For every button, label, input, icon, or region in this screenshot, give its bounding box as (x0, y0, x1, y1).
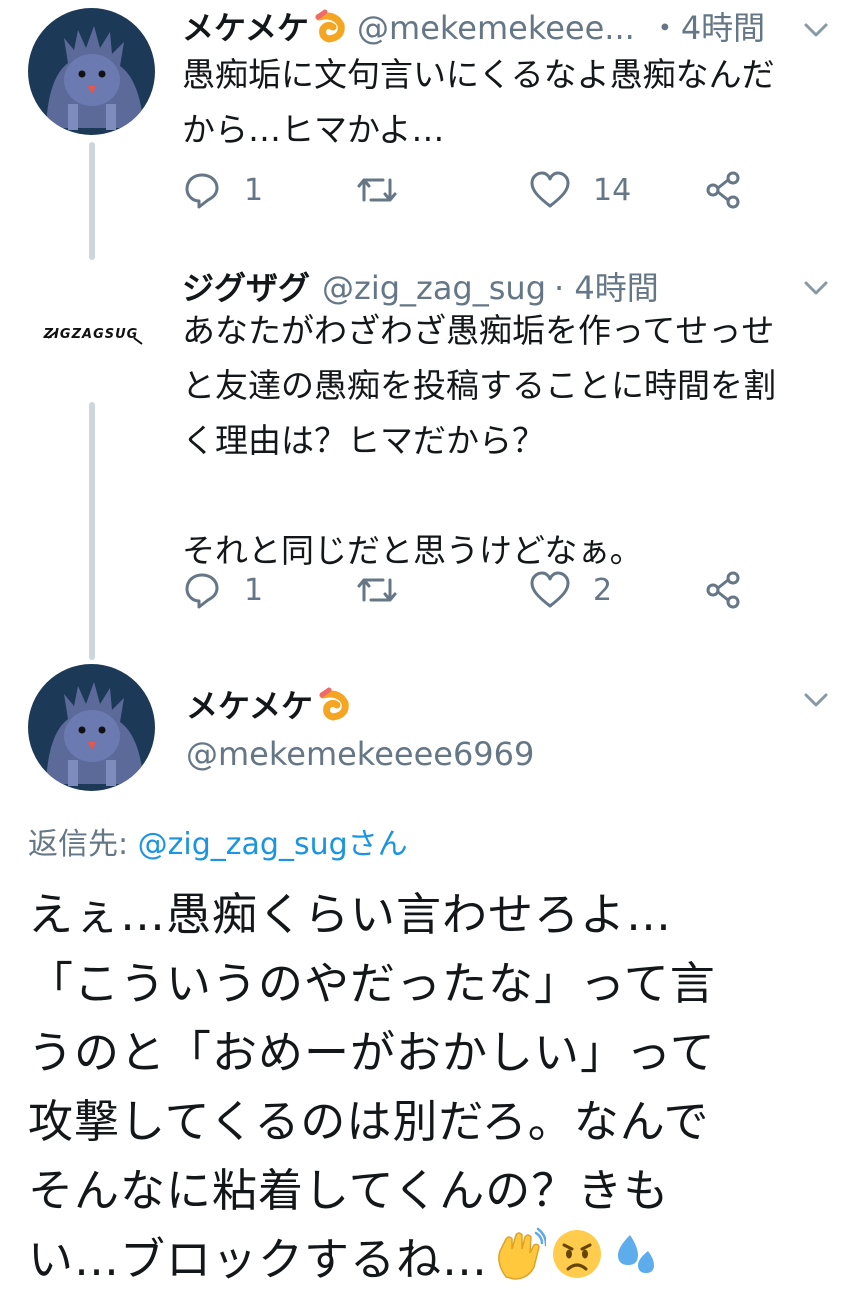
avatar-image: ZIGZAGSUG (43, 327, 143, 345)
thread-line-1 (89, 142, 95, 260)
share-icon (706, 571, 740, 609)
shrimp-tempura-emoji (317, 687, 351, 730)
heart-icon (530, 171, 570, 208)
avatar[interactable]: ZIGZAGSUG (28, 268, 155, 395)
reply-icon (185, 173, 219, 209)
worried-face-emoji (550, 1227, 604, 1300)
reply-button[interactable]: 1 (182, 568, 263, 612)
user-name[interactable]: メケメケ (182, 9, 309, 47)
reply-to-label: 返信先: (28, 827, 129, 862)
shrimp-tempura-emoji (313, 9, 347, 52)
like-button[interactable]: 14 (529, 168, 631, 212)
reply-to-line: 返信先: @zig_zag_sugさん (28, 825, 408, 865)
reply-icon (185, 573, 219, 609)
chevron-down-icon[interactable] (802, 278, 830, 298)
svg-text:ZIGZAGSUG: ZIGZAGSUG (43, 327, 139, 342)
retweet-icon (357, 578, 397, 602)
tweet-time[interactable]: · 4時間 (554, 269, 659, 307)
user-handle[interactable]: @zig_zag_sug (322, 269, 546, 307)
retweet-button[interactable] (355, 168, 399, 212)
waving-hand-emoji (492, 1227, 548, 1300)
thread-line-2 (89, 402, 95, 660)
user-name[interactable]: ジグザグ (182, 269, 310, 307)
chevron-down-icon[interactable] (802, 20, 830, 40)
heart-icon (530, 571, 570, 608)
reply-to-mention[interactable]: @zig_zag_sugさん (138, 827, 408, 862)
user-handle[interactable]: @mekemekeee... (357, 9, 635, 47)
share-button[interactable] (703, 568, 743, 612)
user-name[interactable]: メケメケ (186, 687, 313, 725)
share-icon (706, 171, 740, 209)
tweet-header: ジグザグ @zig_zag_sug · 4時間 (182, 268, 659, 308)
like-count: 2 (593, 572, 613, 608)
chevron-down-icon[interactable] (802, 690, 830, 710)
tweet-time[interactable]: ・4時間 (649, 9, 765, 47)
reply-count: 1 (244, 172, 264, 208)
avatar-image (28, 664, 155, 791)
share-button[interactable] (703, 168, 743, 212)
avatar-image (28, 8, 155, 135)
reply-count: 1 (244, 572, 264, 608)
retweet-button[interactable] (355, 568, 399, 612)
tweet-header: メケメケ @mekemekeee... ・4時間 (182, 8, 765, 52)
like-count: 14 (593, 172, 632, 208)
sweat-droplets-emoji (608, 1227, 662, 1300)
main-user-name-line: メケメケ (186, 686, 351, 730)
avatar[interactable] (28, 664, 155, 791)
reply-button[interactable]: 1 (182, 168, 263, 212)
like-button[interactable]: 2 (529, 568, 612, 612)
main-tweet-text: えぇ…愚痴くらい言わせろよ… 「こういうのやだったな」って言 うのと「おめーがお… (28, 880, 838, 1300)
retweet-icon (357, 178, 397, 202)
tweet-text: 愚痴垢に文句言いにくるなよ愚痴なんだ から…ヒマかよ… (182, 55, 775, 149)
tweet-text: あなたがわざわざ愚痴垢を作ってせっせ と友達の愚痴を投稿することに時間を割 く理… (182, 311, 776, 570)
avatar[interactable] (28, 8, 155, 135)
user-handle[interactable]: @mekemekeeee6969 (186, 734, 534, 774)
